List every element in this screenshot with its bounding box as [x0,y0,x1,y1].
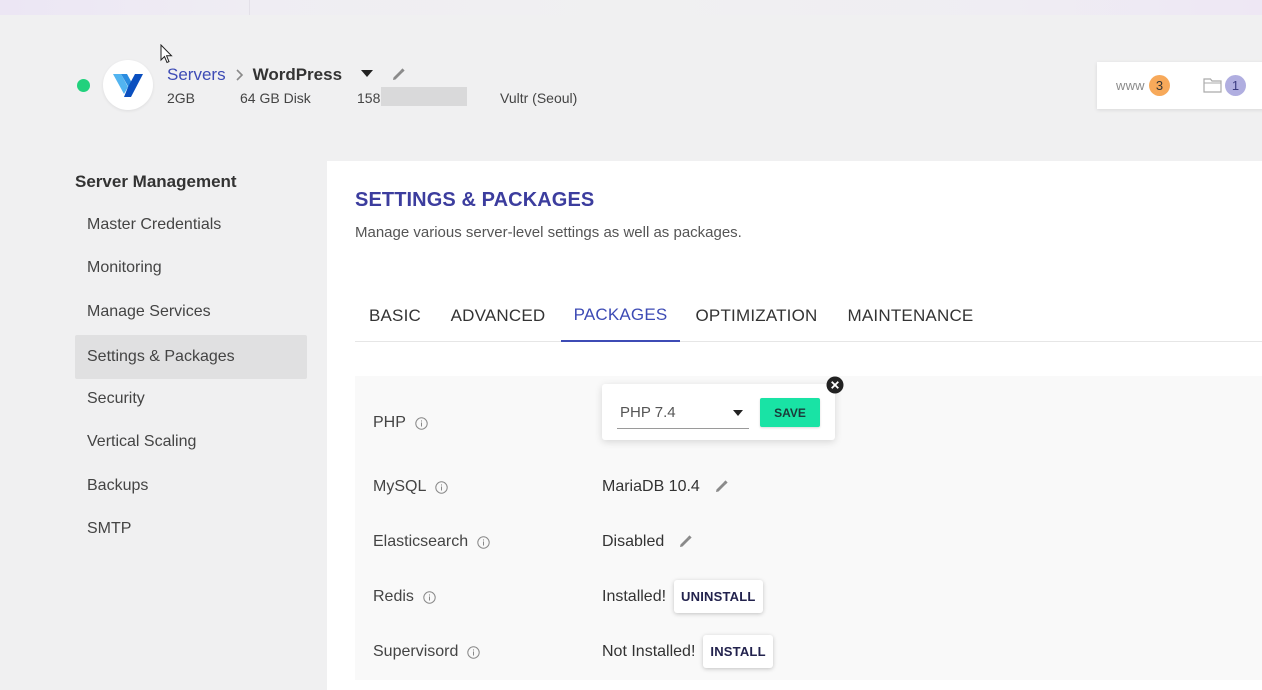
sidebar-title: Server Management [75,172,237,191]
supervisord-status: Not Installed! [602,642,696,660]
settings-card: SETTINGS & PACKAGES Manage various serve… [327,161,1262,690]
sidebar-item-smtp[interactable]: SMTP [75,507,307,551]
php-version-value: PHP 7.4 [620,403,676,421]
server-ram: 2GB [167,90,196,106]
sidebar-item-master-credentials[interactable]: Master Credentials [75,203,307,247]
caret-down-icon [733,410,743,416]
sidebar-item-security[interactable]: Security [75,377,307,421]
page-title: SETTINGS & PACKAGES [355,189,595,211]
package-row-mysql: MySQL [373,478,449,496]
www-count-badge[interactable]: 3 [1149,75,1170,96]
page-subtitle: Manage various server-level settings as … [355,224,742,241]
chevron-right-icon [236,69,244,81]
tab-maintenance[interactable]: MAINTENANCE [833,289,988,342]
tab-optimization[interactable]: OPTIMIZATION [680,289,833,342]
mysql-label: MySQL [373,478,427,495]
elasticsearch-value: Disabled [602,533,665,550]
sidebar-item-monitoring[interactable]: Monitoring [75,246,307,290]
php-version-popup: PHP 7.4 SAVE [602,384,835,440]
package-row-php: PHP [373,414,428,432]
breadcrumb-servers-link[interactable]: Servers [167,65,226,85]
packages-list: PHP PHP 7.4 SAVE MySQL MariaDB 10.4 Elas… [355,376,1262,680]
mysql-value-group: MariaDB 10.4 [602,478,729,496]
server-disk: 64 GB Disk [240,90,311,106]
close-popup-icon[interactable] [826,376,844,394]
php-label: PHP [373,414,406,431]
settings-tabs: BASIC ADVANCED PACKAGES OPTIMIZATION MAI… [355,289,1262,342]
package-row-supervisord: Supervisord [373,643,481,661]
server-provider: Vultr (Seoul) [500,90,578,106]
php-version-select[interactable]: PHP 7.4 [617,396,749,429]
supervisord-label: Supervisord [373,643,459,660]
elasticsearch-info-icon[interactable] [477,535,490,549]
browser-top-strip [0,0,1262,15]
tab-advanced[interactable]: ADVANCED [435,289,561,342]
supervisord-value-group: Not Installed! INSTALL [602,635,773,668]
edit-mysql-pencil-icon[interactable] [713,479,729,495]
server-status-dot [77,79,90,92]
breadcrumb: Servers WordPress [167,63,342,87]
server-counts-widget: www 3 1 [1097,62,1262,109]
sidebar-item-settings-packages[interactable]: Settings & Packages [75,335,307,379]
elasticsearch-value-group: Disabled [602,533,693,551]
vultr-v-icon [113,74,143,97]
mysql-value: MariaDB 10.4 [602,478,700,495]
mouse-cursor-icon [160,43,173,65]
rename-server-pencil-icon[interactable] [390,67,406,83]
tab-packages[interactable]: PACKAGES [561,289,680,342]
redis-status: Installed! [602,587,667,605]
sidebar-item-backups[interactable]: Backups [75,464,307,508]
edit-elasticsearch-pencil-icon[interactable] [677,534,693,550]
redis-info-icon[interactable] [423,590,436,604]
redis-label: Redis [373,588,414,605]
ip-redaction-mask [381,87,467,106]
sidebar-item-vertical-scaling[interactable]: Vertical Scaling [75,420,307,464]
sidebar-item-manage-services[interactable]: Manage Services [75,290,307,334]
www-label[interactable]: www [1116,78,1145,93]
vultr-logo [103,60,153,110]
strip-divider [249,0,250,15]
folder-count-badge[interactable]: 1 [1225,75,1246,96]
server-name: WordPress [252,65,343,84]
folder-icon[interactable] [1203,77,1222,93]
package-row-redis: Redis [373,588,436,606]
mysql-info-icon[interactable] [435,480,449,494]
elasticsearch-label: Elasticsearch [373,533,469,550]
redis-value-group: Installed! UNINSTALL [602,580,763,613]
tab-basic[interactable]: BASIC [355,289,435,342]
server-switch-dropdown-icon[interactable] [360,65,374,77]
supervisord-info-icon[interactable] [467,645,481,659]
redis-uninstall-button[interactable]: UNINSTALL [674,580,763,613]
package-row-elasticsearch: Elasticsearch [373,533,490,551]
php-info-icon[interactable] [415,416,428,430]
supervisord-install-button[interactable]: INSTALL [703,635,773,668]
php-save-button[interactable]: SAVE [760,398,820,427]
